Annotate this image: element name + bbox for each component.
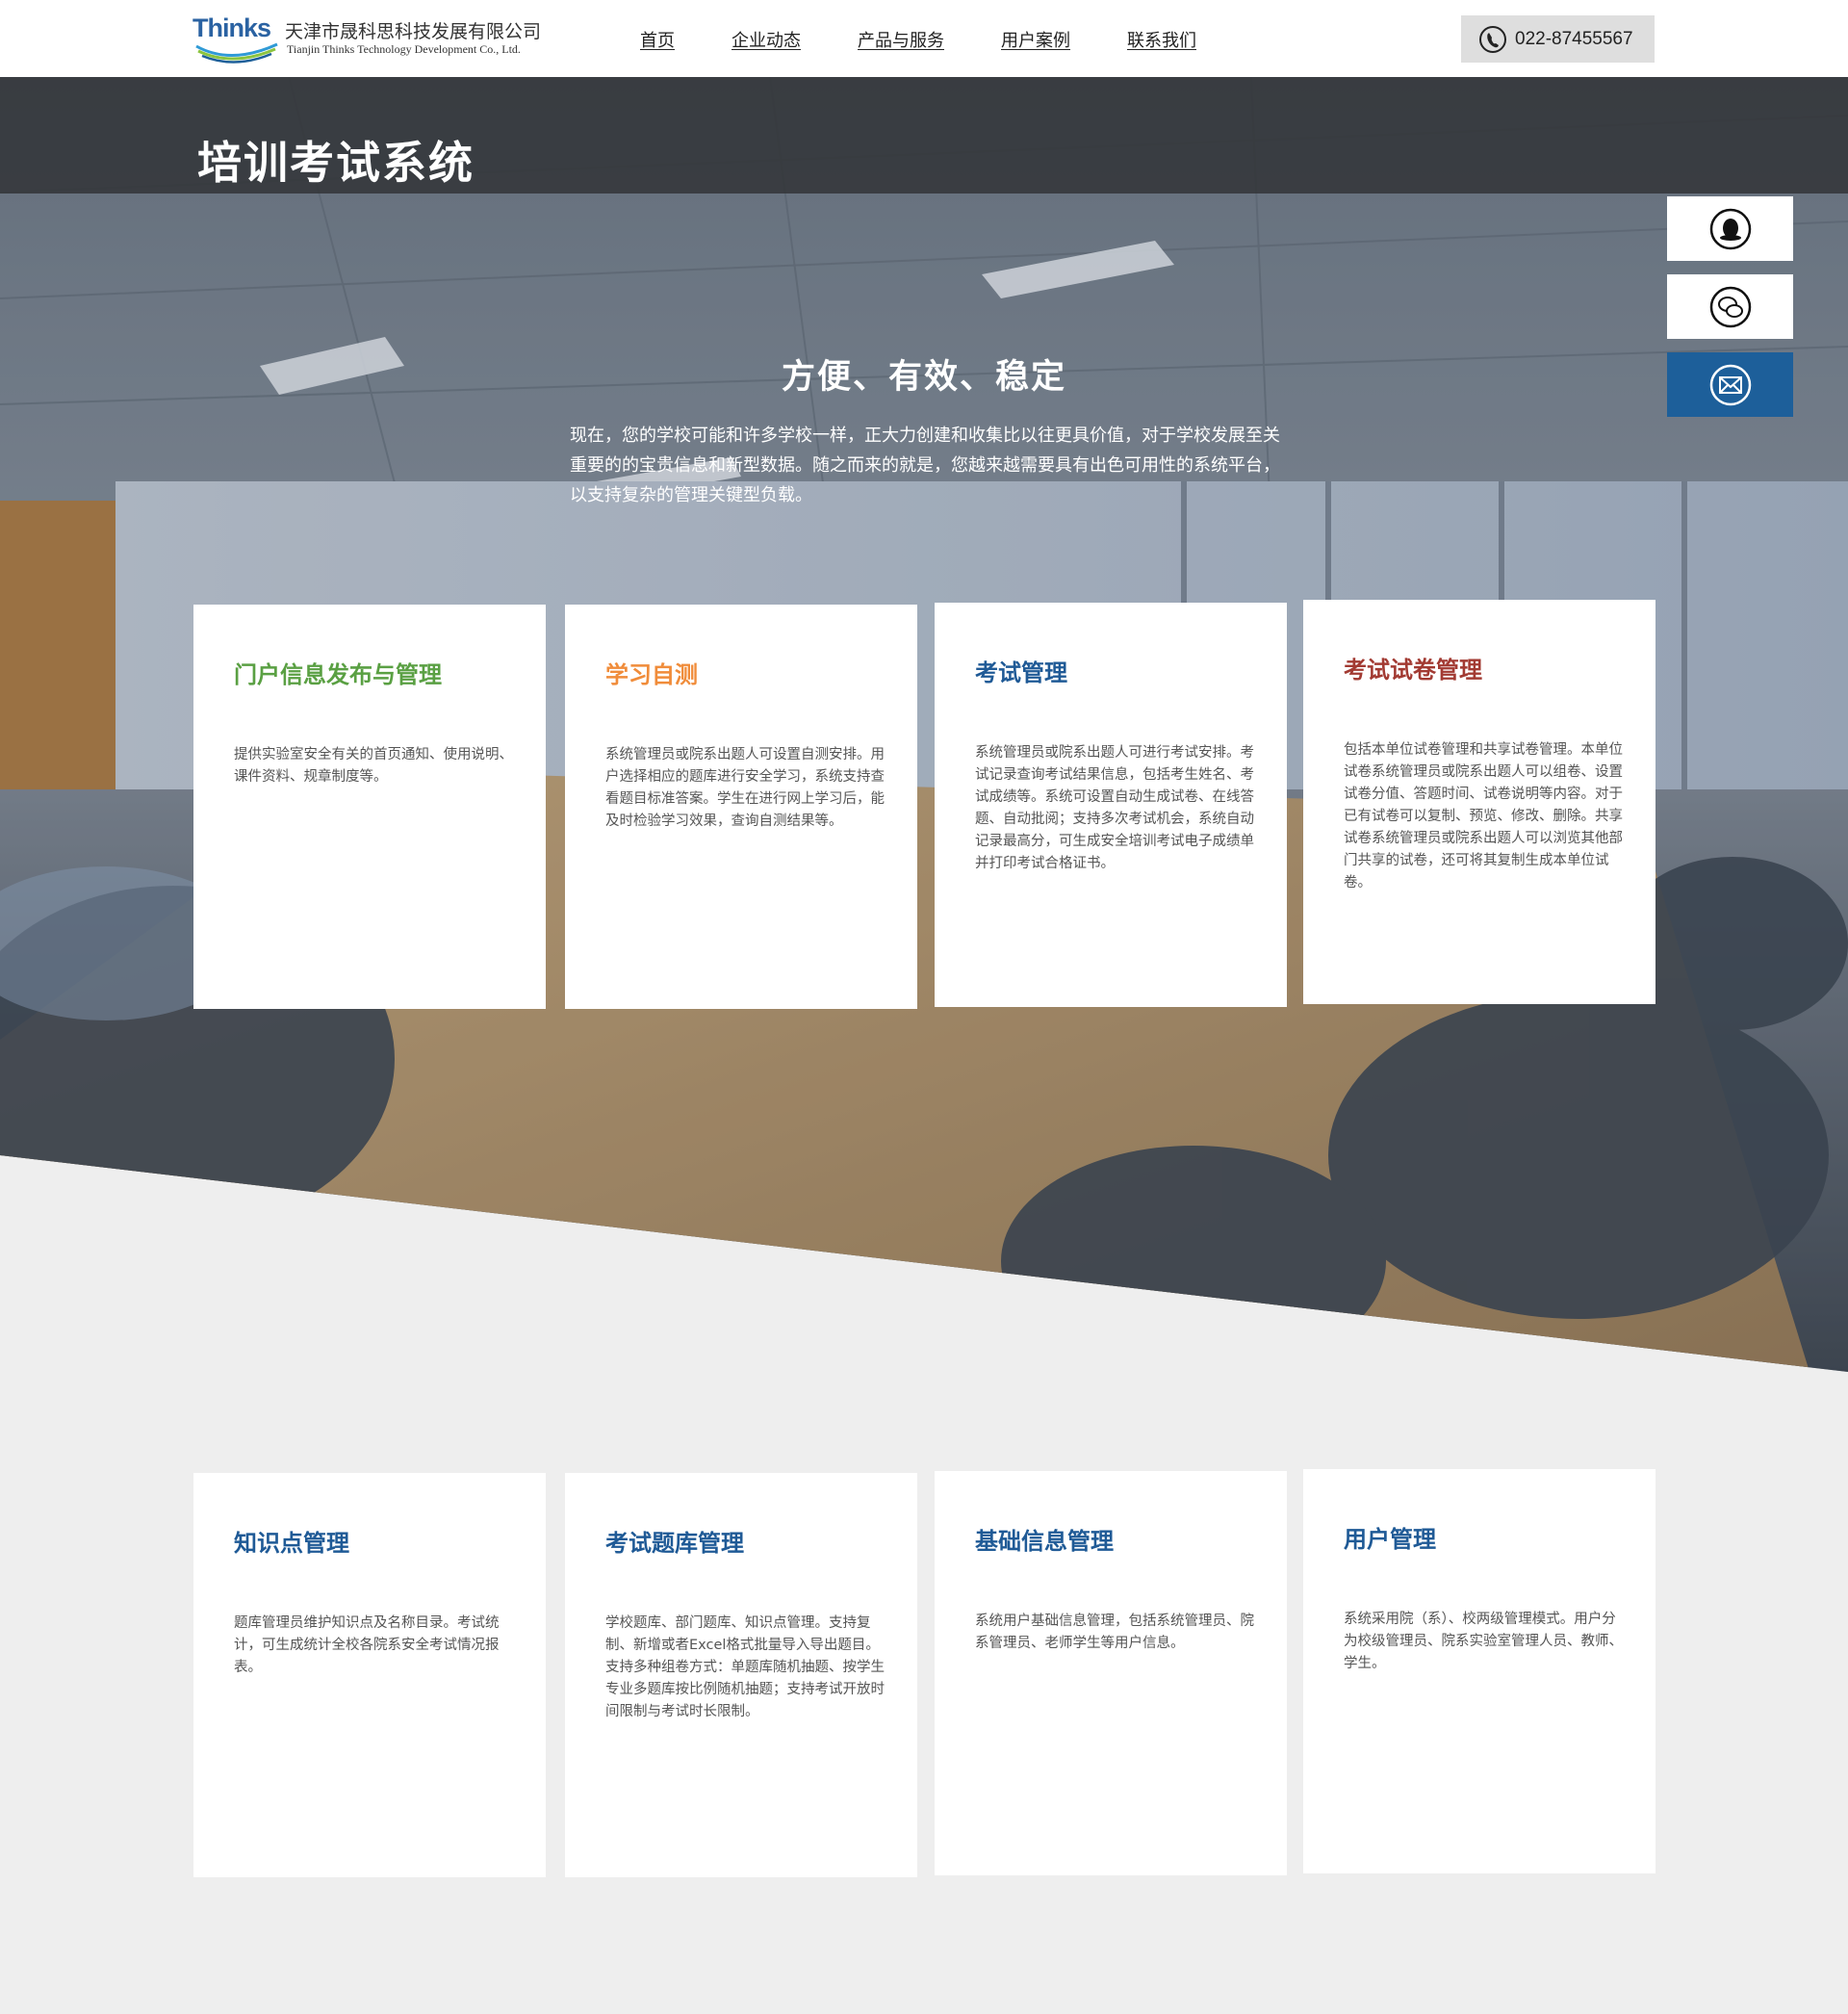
card-title: 用户管理 <box>1344 1526 1436 1553</box>
mail-icon <box>1709 364 1751 405</box>
company-name-en: Tianjin Thinks Technology Development Co… <box>287 42 521 56</box>
logo-swoosh-icon <box>195 42 278 64</box>
company-logo[interactable]: Thinks 天津市晟科思科技发展有限公司 Tianjin Thinks Tec… <box>192 12 578 65</box>
feature-card-question-bank[interactable]: 考试题库管理 学校题库、部门题库、知识点管理。支持复制、新增或者Excel格式批… <box>565 1473 917 1877</box>
phone-number: 022-87455567 <box>1515 28 1633 49</box>
card-text: 包括本单位试卷管理和共享试卷管理。本单位试卷系统管理员或院系出题人可以组卷、设置… <box>1344 742 1623 891</box>
wechat-button[interactable] <box>1667 274 1793 339</box>
logo-wordmark: Thinks <box>192 13 271 42</box>
card-title: 学习自测 <box>605 661 698 688</box>
feature-card-portal[interactable]: 门户信息发布与管理 提供实验室安全有关的首页通知、使用说明、课件资料、规章制度等… <box>193 605 546 1009</box>
card-text: 系统采用院（系）、校两级管理模式。用户分为校级管理员、院系实验室管理人员、教师、… <box>1344 1612 1623 1671</box>
card-text: 系统管理员或院系出题人可设置自测安排。用户选择相应的题库进行安全学习，系统支持查… <box>605 747 885 829</box>
feature-card-basic-info[interactable]: 基础信息管理 系统用户基础信息管理，包括系统管理员、院系管理员、老师学生等用户信… <box>935 1471 1287 1875</box>
site-header: Thinks 天津市晟科思科技发展有限公司 Tianjin Thinks Tec… <box>0 0 1848 77</box>
qq-icon <box>1709 208 1751 249</box>
phone-icon <box>1479 25 1506 53</box>
card-title: 考试试卷管理 <box>1344 657 1482 684</box>
feature-card-knowledge[interactable]: 知识点管理 题库管理员维护知识点及名称目录。考试统计，可生成统计全校各院系安全考… <box>193 1473 546 1877</box>
hero-slogan: 方便、有效、稳定 <box>781 358 1066 397</box>
phone-contact[interactable]: 022-87455567 <box>1461 15 1655 63</box>
qq-button[interactable] <box>1667 196 1793 261</box>
feature-card-exam-management[interactable]: 考试管理 系统管理员或院系出题人可进行考试安排。考试记录查询考试结果信息，包括考… <box>935 603 1287 1007</box>
nav-news[interactable]: 企业动态 <box>732 27 801 52</box>
feature-card-user-management[interactable]: 用户管理 系统采用院（系）、校两级管理模式。用户分为校级管理员、院系实验室管理人… <box>1303 1469 1656 1873</box>
card-text: 系统管理员或院系出题人可进行考试安排。考试记录查询考试结果信息，包括考生姓名、考… <box>975 745 1254 871</box>
feature-card-self-test[interactable]: 学习自测 系统管理员或院系出题人可设置自测安排。用户选择相应的题库进行安全学习，… <box>565 605 917 1009</box>
mail-button[interactable] <box>1667 352 1793 417</box>
nav-contact[interactable]: 联系我们 <box>1127 27 1196 52</box>
logo-mark: Thinks <box>192 12 281 65</box>
card-title: 考试管理 <box>975 659 1067 686</box>
wechat-icon <box>1709 286 1751 327</box>
card-text: 提供实验室安全有关的首页通知、使用说明、课件资料、规章制度等。 <box>234 747 513 785</box>
card-title: 考试题库管理 <box>605 1530 744 1557</box>
card-title: 知识点管理 <box>234 1530 349 1557</box>
main-nav: 首页 企业动态 产品与服务 用户案例 联系我们 <box>640 27 1253 52</box>
feature-card-paper-management[interactable]: 考试试卷管理 包括本单位试卷管理和共享试卷管理。本单位试卷系统管理员或院系出题人… <box>1303 600 1656 1004</box>
card-text: 系统用户基础信息管理，包括系统管理员、院系管理员、老师学生等用户信息。 <box>975 1614 1254 1651</box>
nav-home[interactable]: 首页 <box>640 27 675 52</box>
card-text: 学校题库、部门题库、知识点管理。支持复制、新增或者Excel格式批量导入导出题目… <box>605 1615 885 1719</box>
nav-cases[interactable]: 用户案例 <box>1001 27 1070 52</box>
nav-products[interactable]: 产品与服务 <box>858 27 944 52</box>
card-text: 题库管理员维护知识点及名称目录。考试统计，可生成统计全校各院系安全考试情况报表。 <box>234 1615 500 1675</box>
card-title: 门户信息发布与管理 <box>234 661 442 688</box>
hero-intro: 现在，您的学校可能和许多学校一样，正大力创建和收集比以往更具价值，对于学校发展至… <box>570 426 1280 505</box>
company-name-cn: 天津市晟科思科技发展有限公司 <box>285 21 542 42</box>
page-title: 培训考试系统 <box>197 137 475 189</box>
card-title: 基础信息管理 <box>975 1528 1114 1555</box>
